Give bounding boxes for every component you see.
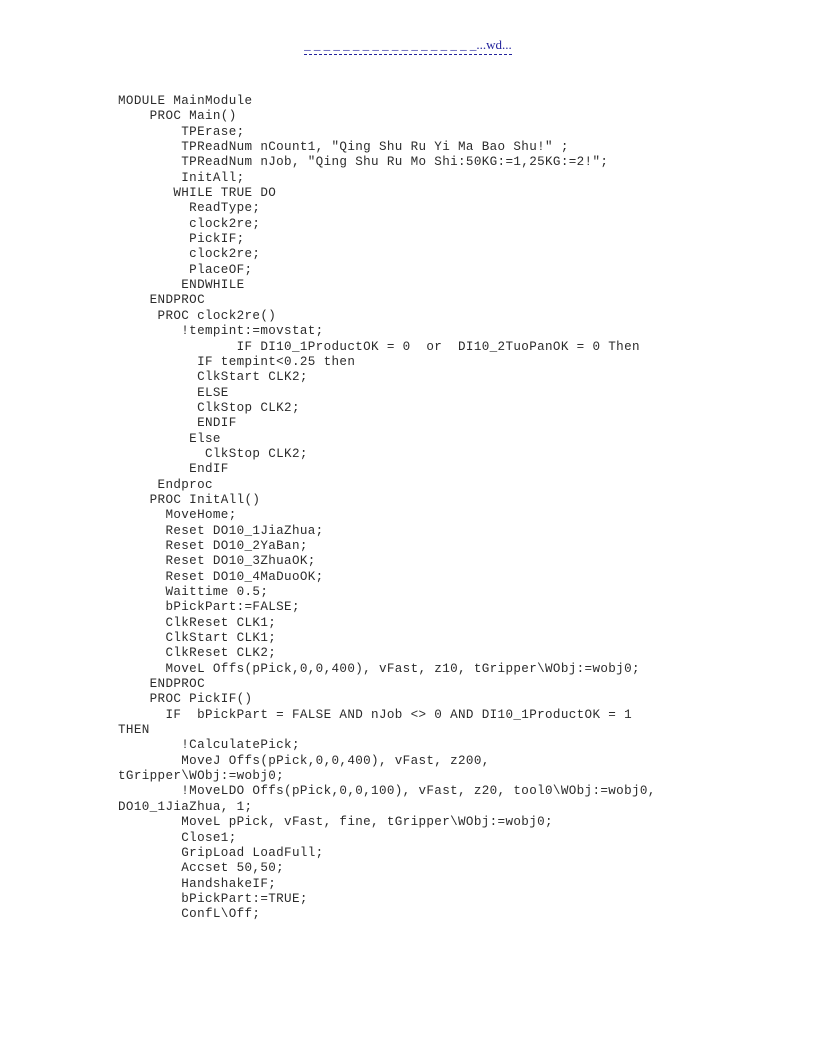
- code-line: tGripper\WObj:=wobj0;: [118, 769, 285, 784]
- code-line: IF bPickPart = FALSE AND nJob <> 0 AND D…: [118, 707, 632, 722]
- code-line: GripLoad LoadFull;: [118, 845, 324, 860]
- code-line: Reset DO10_3ZhuaOK;: [118, 554, 316, 569]
- code-line: PROC InitAll(): [118, 492, 261, 507]
- code-listing: MODULE MainModule PROC Main() TPErase; T…: [118, 94, 808, 923]
- code-line: IF tempint<0.25 then: [118, 354, 356, 369]
- code-line: ConfL\Off;: [118, 907, 261, 922]
- code-line: MoveL pPick, vFast, fine, tGripper\WObj:…: [118, 815, 553, 830]
- code-line: DO10_1JiaZhua, 1;: [118, 799, 253, 814]
- code-line: ClkStart CLK1;: [118, 631, 277, 646]
- code-line: MODULE MainModule: [118, 94, 253, 108]
- header-link[interactable]: _ _ _ _ _ _ _ _ _ _ _ _ _ _ _ _ _ _...wd…: [304, 37, 512, 55]
- code-line: ELSE: [118, 385, 229, 400]
- code-line: !MoveLDO Offs(pPick,0,0,100), vFast, z20…: [118, 784, 656, 799]
- code-line: clock2re;: [118, 247, 261, 262]
- code-line: TPErase;: [118, 124, 245, 139]
- code-line: TPReadNum nCount1, "Qing Shu Ru Yi Ma Ba…: [118, 140, 569, 155]
- code-line: ReadType;: [118, 201, 261, 216]
- code-line: PROC PickIF(): [118, 692, 253, 707]
- code-line: !tempint:=movstat;: [118, 324, 324, 339]
- code-line: PROC Main(): [118, 109, 237, 124]
- code-line: PROC clock2re(): [118, 308, 277, 323]
- code-line: Reset DO10_1JiaZhua;: [118, 523, 324, 538]
- code-line: Close1;: [118, 830, 237, 845]
- code-line: ENDPROC: [118, 677, 205, 692]
- code-line: Waittime 0.5;: [118, 585, 269, 599]
- code-line: MoveJ Offs(pPick,0,0,400), vFast, z200,: [118, 753, 490, 768]
- code-line: clock2re;: [118, 216, 261, 231]
- code-line: PickIF;: [118, 232, 245, 247]
- code-line: Accset 50,50;: [118, 861, 285, 876]
- code-line: MoveL Offs(pPick,0,0,400), vFast, z10, t…: [118, 661, 640, 676]
- document-page: _ _ _ _ _ _ _ _ _ _ _ _ _ _ _ _ _ _...wd…: [0, 0, 816, 1056]
- code-line: PlaceOF;: [118, 262, 253, 277]
- code-line: Reset DO10_4MaDuoOK;: [118, 569, 324, 584]
- document-header: _ _ _ _ _ _ _ _ _ _ _ _ _ _ _ _ _ _...wd…: [0, 36, 816, 60]
- code-line: HandshakeIF;: [118, 876, 277, 891]
- code-line: InitAll;: [118, 170, 245, 185]
- code-line: ClkReset CLK2;: [118, 646, 277, 661]
- code-line: WHILE TRUE DO: [118, 186, 277, 201]
- code-line: ClkStart CLK2;: [118, 370, 308, 385]
- code-line: ENDIF: [118, 416, 237, 431]
- code-line: Endproc: [118, 477, 213, 492]
- code-line: IF DI10_1ProductOK = 0 or DI10_2TuoPanOK…: [118, 339, 640, 354]
- code-line: bPickPart:=TRUE;: [118, 891, 308, 906]
- code-line: TPReadNum nJob, "Qing Shu Ru Mo Shi:50KG…: [118, 155, 609, 170]
- code-line: THEN: [118, 723, 150, 738]
- code-line: ClkStop CLK2;: [118, 446, 308, 461]
- code-line: !CalculatePick;: [118, 738, 300, 753]
- code-line: ClkReset CLK1;: [118, 615, 277, 630]
- code-line: MoveHome;: [118, 508, 237, 523]
- code-line: Else: [118, 431, 221, 446]
- code-line: Reset DO10_2YaBan;: [118, 538, 308, 553]
- code-line: ENDWHILE: [118, 278, 245, 293]
- code-line: ENDPROC: [118, 293, 205, 308]
- code-line: bPickPart:=FALSE;: [118, 600, 300, 615]
- code-line: EndIF: [118, 462, 229, 477]
- code-line: ClkStop CLK2;: [118, 400, 300, 415]
